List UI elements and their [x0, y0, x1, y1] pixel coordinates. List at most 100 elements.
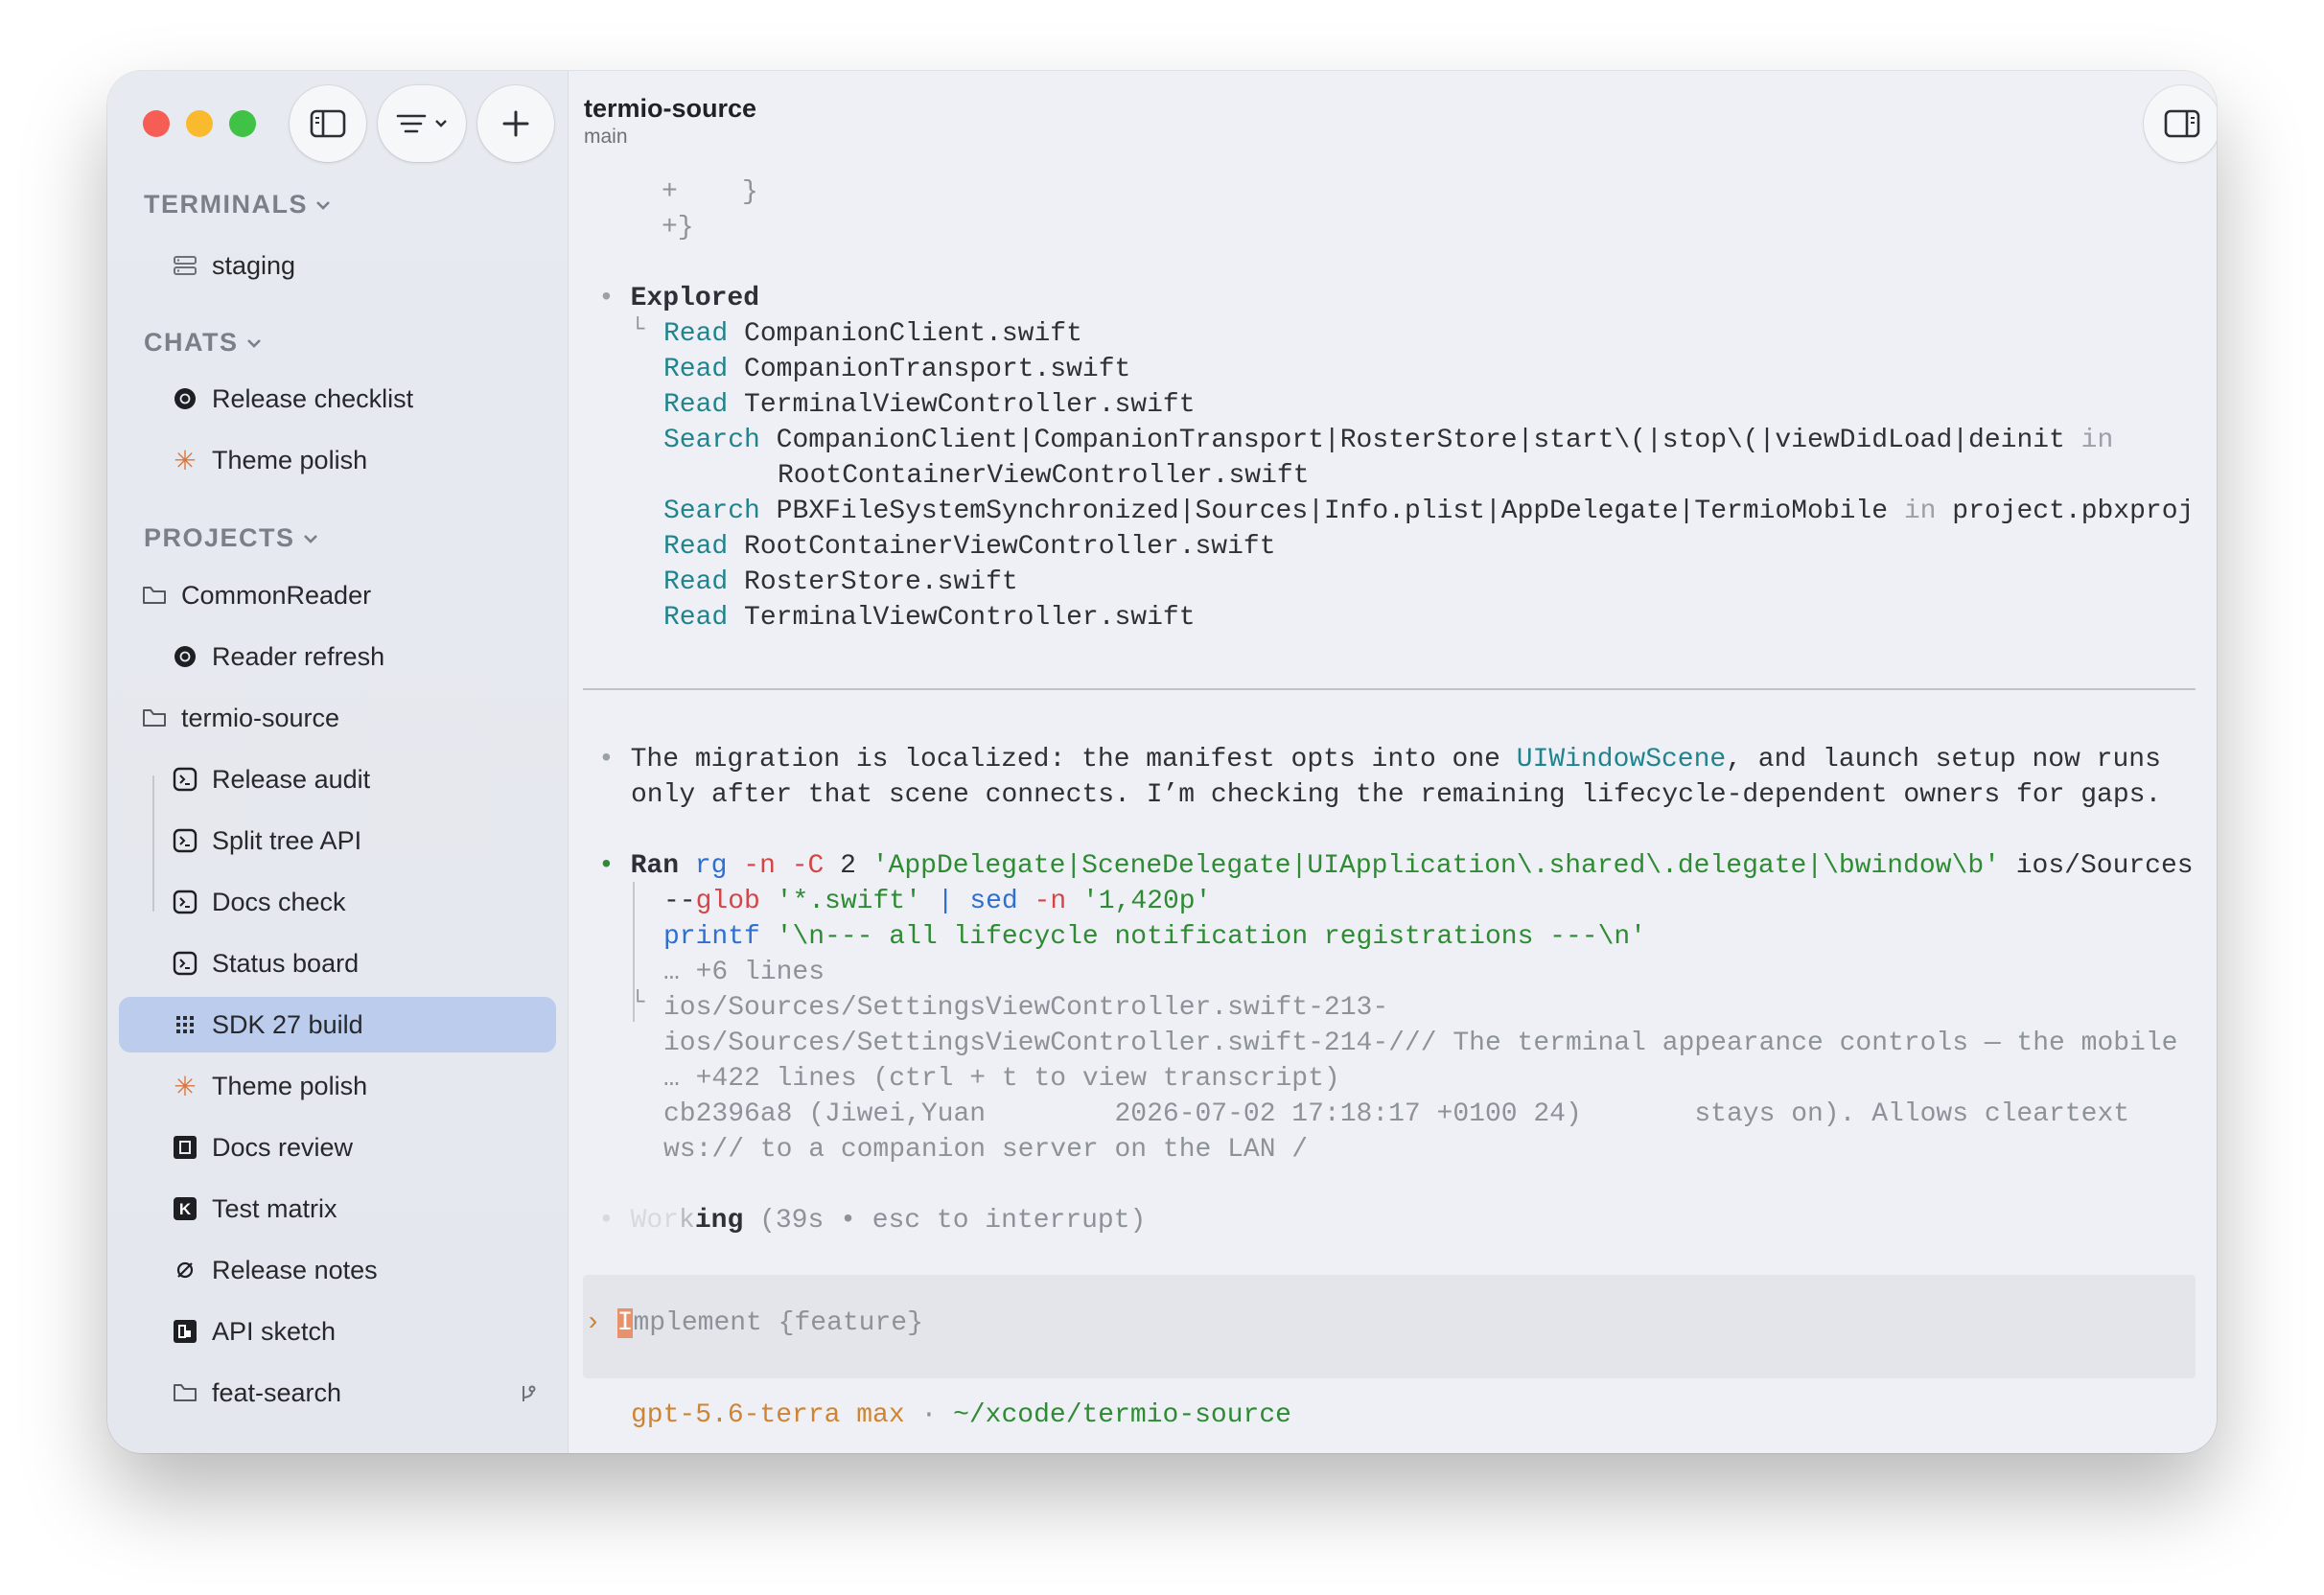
sidebar-item-split-tree-api[interactable]: Split tree API: [119, 813, 556, 868]
openai-icon: [172, 643, 198, 670]
explored-entry: Read CompanionClient.swift: [663, 319, 1082, 349]
sidebar-item-status-board[interactable]: Status board: [119, 936, 556, 991]
zoom-window-button[interactable]: [229, 110, 256, 137]
sidebar-item-staging[interactable]: staging: [119, 238, 556, 293]
sidebar-item-label: Release notes: [212, 1255, 378, 1284]
ran-command-line3: printf '\n--- all lifecycle notification…: [663, 922, 1646, 952]
tree-corner-icon: └: [631, 317, 645, 343]
terminals-section-header[interactable]: TERMINALS: [144, 190, 331, 220]
sparkle-icon: ✳: [174, 1071, 197, 1101]
filter-lines-icon: [396, 114, 427, 133]
collapsed-lines[interactable]: … +422 lines (ctrl + t to view transcrip…: [663, 1061, 1340, 1097]
projects-section-header[interactable]: PROJECTS: [144, 523, 318, 553]
sidebar-item-label: Release audit: [212, 764, 371, 794]
ran-command-line2: --glob '*.swift' | sed -n '1,420p': [663, 887, 1212, 916]
ran-command: • Ran rg -n -C 2 'AppDelegate|SceneDeleg…: [598, 851, 2194, 881]
terminal-icon: [172, 889, 198, 915]
working-status: • Working (39s • esc to interrupt): [598, 1206, 1147, 1236]
chevron-down-icon: [303, 534, 317, 543]
server-icon: [172, 252, 198, 279]
sidebar-item-theme-polish[interactable]: ✳ Theme polish: [119, 432, 556, 488]
sidebar-item-release-notes[interactable]: Release notes: [119, 1242, 556, 1298]
sidebar-item-reader-refresh[interactable]: Reader refresh: [119, 629, 556, 684]
command-output-line: ws:// to a companion server on the LAN /: [663, 1135, 1309, 1165]
main-pane: termio-source main + } +} • Explored └ R…: [568, 71, 2217, 1453]
sidebar-item-release-checklist[interactable]: Release checklist: [119, 371, 556, 427]
plus-icon: [502, 110, 529, 137]
project-termio-source[interactable]: termio-source: [119, 690, 556, 746]
sidebar-item-theme-polish-project[interactable]: ✳ Theme polish: [119, 1058, 556, 1114]
filter-menu-button[interactable]: [378, 85, 466, 162]
minimize-window-button[interactable]: [186, 110, 213, 137]
sidebar-item-api-sketch[interactable]: API sketch: [119, 1304, 556, 1359]
sidebar-item-label: SDK 27 build: [212, 1009, 363, 1039]
explored-entry: Read RootContainerViewController.swift: [663, 532, 1276, 562]
openai-icon: [172, 385, 198, 412]
sidebar-item-release-audit[interactable]: Release audit: [119, 751, 556, 807]
bullet-icon: •: [598, 284, 631, 313]
chevron-down-icon: [316, 200, 330, 210]
model-label[interactable]: gpt-5.6-terra max: [631, 1400, 905, 1430]
assistant-message-line2: only after that scene connects. I’m chec…: [631, 780, 2162, 810]
sidebar-item-label: Docs review: [212, 1132, 354, 1162]
sidebar-item-label: Split tree API: [212, 825, 362, 855]
sidebar-item-label: Docs check: [212, 887, 346, 916]
dev-icon: [172, 1318, 198, 1345]
sparkle-icon: ✳: [174, 445, 197, 475]
section-label: TERMINALS: [144, 190, 308, 219]
explored-heading: Explored: [630, 284, 760, 313]
svg-text:K: K: [179, 1200, 192, 1218]
composer[interactable]: › Implement {feature}: [583, 1275, 2196, 1378]
chats-section-header[interactable]: CHATS: [144, 328, 262, 358]
sidebar-icon: [310, 109, 346, 138]
explored-block: • Explored: [598, 281, 759, 316]
assistant-message: • The migration is localized: the manife…: [598, 745, 2161, 774]
toggle-inspector-button[interactable]: [2144, 85, 2217, 162]
command-output-line: cb2396a8 (Jiwei,Yuan 2026-07-02 17:18:17…: [663, 1099, 2130, 1129]
new-item-button[interactable]: [477, 85, 554, 162]
toggle-sidebar-button[interactable]: [290, 85, 366, 162]
sidebar-item-label: CommonReader: [181, 580, 372, 610]
grid-icon: [172, 1011, 198, 1038]
diff-line: + }: [662, 177, 758, 207]
composer-input[interactable]: › Implement {feature}: [585, 1308, 923, 1338]
chevron-down-icon: [246, 338, 261, 348]
section-divider: [583, 688, 2196, 690]
sidebar-item-label: Theme polish: [212, 445, 368, 474]
sidebar-item-docs-check[interactable]: Docs check: [119, 874, 556, 930]
explored-entry: Read CompanionTransport.swift: [663, 355, 1131, 384]
project-commonreader[interactable]: CommonReader: [119, 567, 556, 623]
explored-entry: Search CompanionClient|CompanionTranspor…: [663, 426, 2114, 455]
explored-entry: Search PBXFileSystemSynchronized|Sources…: [663, 497, 2195, 526]
working-directory: ~/xcode/termio-source: [953, 1400, 1291, 1430]
bullet-icon: •: [598, 851, 631, 881]
explored-entry-continuation: RootContainerViewController.swift: [778, 461, 1310, 491]
command-output-line: ios/Sources/SettingsViewController.swift…: [663, 1029, 2178, 1058]
sidebar-item-label: Reader refresh: [212, 641, 385, 671]
loop-icon: [172, 1257, 198, 1283]
k-icon: K: [172, 1195, 198, 1222]
branch-subtitle: main: [584, 126, 628, 148]
folder-icon: [172, 1379, 198, 1406]
explored-entry: Read RosterStore.swift: [663, 567, 1018, 597]
sidebar-item-label: Release checklist: [212, 383, 414, 413]
explored-entry: Read TerminalViewController.swift: [663, 390, 1196, 420]
sidebar: TERMINALS staging CHATS Release checklis…: [107, 71, 569, 1453]
section-label: PROJECTS: [144, 523, 295, 552]
collapsed-lines[interactable]: … +6 lines: [663, 955, 825, 990]
app-window: TERMINALS staging CHATS Release checklis…: [107, 71, 2217, 1453]
sidebar-item-label: staging: [212, 250, 296, 280]
command-output-line: ios/Sources/SettingsViewController.swift…: [663, 993, 1389, 1023]
git-branch-icon: [520, 1381, 537, 1411]
sidebar-item-docs-review[interactable]: Docs review: [119, 1120, 556, 1175]
bullet-icon: •: [598, 745, 631, 774]
sidebar-item-test-matrix[interactable]: K Test matrix: [119, 1181, 556, 1237]
section-label: CHATS: [144, 328, 239, 357]
explored-entry: Read TerminalViewController.swift: [663, 603, 1196, 633]
close-window-button[interactable]: [143, 110, 170, 137]
sidebar-item-label: API sketch: [212, 1316, 337, 1346]
sidebar-item-feat-search[interactable]: feat-search: [119, 1365, 556, 1421]
square-icon: [172, 1134, 198, 1161]
sidebar-item-sdk-27-build[interactable]: SDK 27 build: [119, 997, 556, 1052]
window-controls: [143, 110, 256, 137]
